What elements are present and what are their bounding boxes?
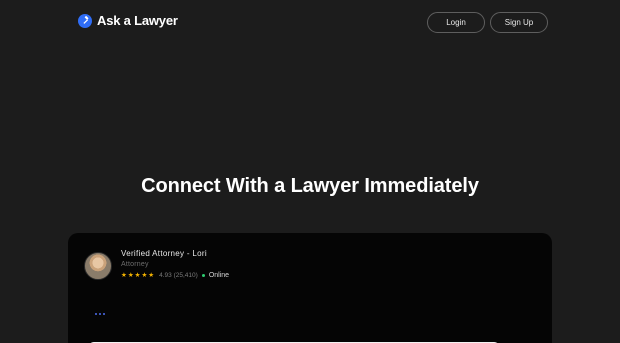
- star-rating: ★★★★★: [121, 272, 156, 279]
- attorney-role: Attorney: [121, 261, 149, 268]
- signup-button[interactable]: Sign Up: [490, 12, 548, 33]
- online-status: Online: [208, 271, 230, 279]
- page: Ask a Lawyer Login Sign Up Connect With …: [0, 0, 620, 343]
- typing-dot: [103, 313, 105, 315]
- attorney-name: Verified Attorney - Lori: [121, 249, 207, 258]
- brand-name: Ask a Lawyer: [97, 13, 178, 28]
- typing-dot: [99, 313, 101, 315]
- typing-indicator: [95, 313, 105, 315]
- gavel-icon: [78, 13, 92, 28]
- attorney-meta: ★★★★★ 4.93 (25,410) Online: [121, 271, 230, 280]
- chat-card: Verified Attorney - Lori Attorney ★★★★★ …: [68, 233, 552, 343]
- hero-title: Connect With a Lawyer Immediately: [141, 175, 479, 197]
- header-nav: Login Sign Up: [427, 12, 548, 33]
- site-header: Ask a Lawyer Login Sign Up: [0, 0, 620, 46]
- login-button[interactable]: Login: [427, 12, 485, 33]
- typing-dot: [95, 313, 97, 315]
- online-status-dot: [201, 273, 205, 277]
- rating-text: 4.93 (25,410): [159, 271, 198, 279]
- brand-logo[interactable]: Ask a Lawyer: [78, 13, 178, 28]
- attorney-avatar: [84, 252, 112, 280]
